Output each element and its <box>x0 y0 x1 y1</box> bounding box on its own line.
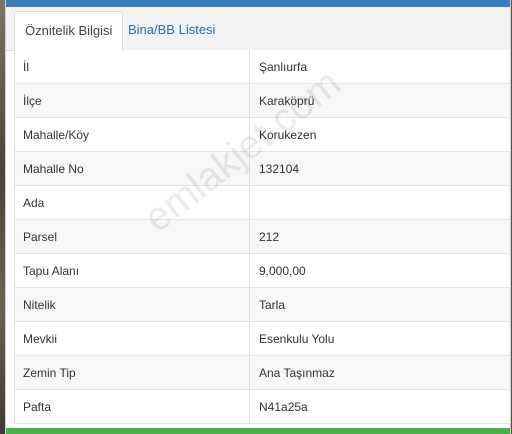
row-value-nitelik: Tarla <box>249 288 509 321</box>
row-label-ilce: İlçe <box>23 94 42 108</box>
table-row: Tapu Alanı 9.000,00 <box>15 254 510 288</box>
table-row: Zemin Tip Ana Taşınmaz <box>15 356 510 390</box>
panel-footer-strip <box>6 428 510 434</box>
row-value-ada <box>249 186 509 219</box>
row-value-parsel: 212 <box>249 220 509 253</box>
table-row: İl Şanlıurfa <box>15 50 510 84</box>
tab-bar: Öznitelik Bilgisi Bina/BB Listesi <box>6 7 510 51</box>
row-label-ada: Ada <box>23 196 45 210</box>
table-row: İlçe Karaköprü <box>15 84 510 118</box>
attribute-table: İl Şanlıurfa İlçe Karaköprü Mahalle/Köy … <box>14 50 510 424</box>
table-row: Mahalle/Köy Korukezen <box>15 118 510 152</box>
row-value-mevkii: Esenkulu Yolu <box>249 322 509 355</box>
row-label-il: İl <box>23 60 29 74</box>
row-label-tapu-alani: Tapu Alanı <box>23 264 80 278</box>
row-label-pafta: Pafta <box>23 400 52 414</box>
row-label-nitelik: Nitelik <box>23 298 56 312</box>
parcel-info-panel: Öznitelik Bilgisi Bina/BB Listesi İl Şan… <box>5 0 511 434</box>
table-row: Mevkii Esenkulu Yolu <box>15 322 510 356</box>
table-row: Pafta N41a25a <box>15 390 510 424</box>
row-value-zemin-tip: Ana Taşınmaz <box>249 356 509 389</box>
row-value-tapu-alani: 9.000,00 <box>249 254 509 287</box>
row-label-parsel: Parsel <box>23 230 58 244</box>
row-value-ilce: Karaköprü <box>249 84 509 117</box>
row-value-mahalle-no: 132104 <box>249 152 509 185</box>
row-label-mahalle-koy: Mahalle/Köy <box>23 128 90 142</box>
row-value-il: Şanlıurfa <box>249 50 509 83</box>
tab-oznitelik-bilgisi[interactable]: Öznitelik Bilgisi <box>14 11 124 51</box>
row-value-pafta: N41a25a <box>249 390 509 423</box>
table-row: Nitelik Tarla <box>15 288 510 322</box>
table-row: Ada <box>15 186 510 220</box>
tab-bina-bb-listesi[interactable]: Bina/BB Listesi <box>118 11 225 50</box>
table-row: Mahalle No 132104 <box>15 152 510 186</box>
row-label-zemin-tip: Zemin Tip <box>23 366 76 380</box>
table-row: Parsel 212 <box>15 220 510 254</box>
row-value-mahalle-koy: Korukezen <box>249 118 509 151</box>
row-label-mevkii: Mevkii <box>23 332 58 346</box>
panel-header-strip <box>6 0 510 7</box>
row-label-mahalle-no: Mahalle No <box>23 162 84 176</box>
